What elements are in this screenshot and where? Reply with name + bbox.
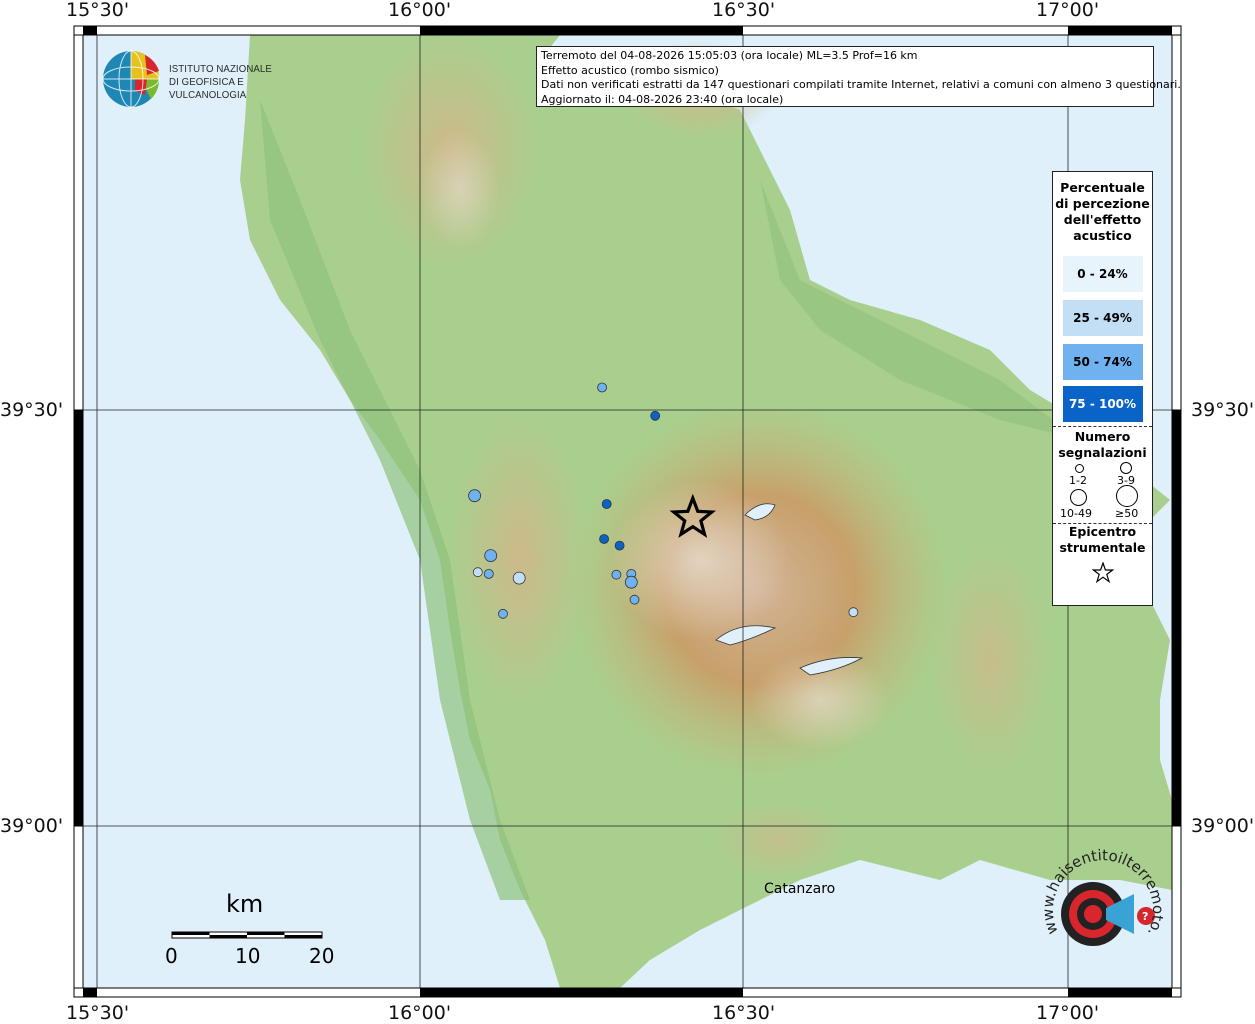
lon-label-bottom-3: 16°30' — [712, 1002, 776, 1024]
lat-label-left-2: 39°00' — [0, 815, 64, 837]
lat-label-left-1: 39°30' — [0, 399, 64, 421]
count-label-1: 1-2 — [1069, 474, 1087, 487]
haisentito-badge[interactable]: ? www.haisentitoilterremoto.it — [1035, 818, 1178, 982]
observation-point[interactable] — [848, 607, 859, 618]
ingv-logo: ISTITUTO NAZIONALE DI GEOFISICA E VULCAN… — [101, 49, 311, 109]
legend: Percentuale di percezione dell'effetto a… — [1052, 171, 1153, 606]
observation-point[interactable] — [624, 575, 638, 589]
count-label-4: ≥50 — [1115, 507, 1139, 520]
lon-label-top-1: 15°30' — [66, 0, 130, 21]
count-label-3: 10-49 — [1060, 507, 1092, 520]
legend-class-2: 50 - 74% — [1062, 344, 1143, 380]
star-icon — [1091, 561, 1114, 584]
count-circle-small — [1075, 464, 1084, 473]
count-title: Numero segnalazioni — [1058, 429, 1147, 460]
observation-point[interactable] — [629, 594, 640, 605]
legend-class-3: 75 - 100% — [1062, 386, 1143, 422]
observation-point[interactable] — [468, 489, 482, 503]
observation-point[interactable] — [601, 499, 612, 509]
observation-point[interactable] — [599, 534, 609, 544]
count-circle-large — [1070, 489, 1087, 506]
lon-label-bottom-4: 17°00' — [1036, 1002, 1100, 1024]
legend-title: Percentuale di percezione dell'effetto a… — [1055, 180, 1150, 243]
logo-line-1: ISTITUTO NAZIONALE — [169, 63, 272, 75]
count-symbols: 1-2 3-9 10-49 ≥50 — [1053, 461, 1152, 523]
observation-point[interactable] — [614, 540, 625, 551]
legend-class-1: 25 - 49% — [1062, 300, 1143, 336]
observation-point[interactable] — [611, 569, 622, 580]
effect-type: Effetto acustico (rombo sismico) — [541, 63, 719, 77]
count-circle-xlarge — [1116, 485, 1138, 507]
globe-icon — [102, 50, 160, 108]
legend-class-0: 0 - 24% — [1062, 256, 1143, 292]
observation-point[interactable] — [597, 382, 607, 393]
observation-point[interactable] — [483, 569, 494, 579]
scale-bar — [171, 931, 323, 939]
lat-label-right-1: 39°30' — [1191, 399, 1255, 421]
epicenter-title: Epicentro strumentale — [1059, 524, 1146, 555]
data-note: Dati non verificati estratti da 147 ques… — [541, 78, 1181, 91]
lon-label-bottom-2: 16°00' — [388, 1002, 452, 1024]
lon-label-bottom-1: 15°30' — [66, 1002, 130, 1024]
lon-label-top-3: 16°30' — [712, 0, 776, 21]
update-time: Aggiornato il: 04-08-2026 23:40 (ora loc… — [541, 92, 784, 106]
count-circle-medium — [1120, 462, 1132, 474]
lon-label-top-4: 17°00' — [1036, 0, 1100, 21]
lat-label-right-2: 39°00' — [1191, 815, 1255, 837]
scale-tick-20: 20 — [309, 944, 335, 968]
event-info-box: Terremoto del 04-08-2026 15:05:03 (ora l… — [536, 46, 1181, 107]
event-title: Terremoto del 04-08-2026 15:05:03 (ora l… — [541, 49, 918, 62]
observation-point[interactable] — [512, 571, 526, 585]
scale-tick-10: 10 — [235, 944, 261, 968]
logo-line-2: DI GEOFISICA E VULCANOLOGIA — [169, 76, 247, 101]
lon-label-top-2: 16°00' — [388, 0, 452, 21]
observation-point[interactable] — [650, 410, 661, 421]
scale-tick-0: 0 — [165, 944, 178, 968]
city-label: Catanzaro — [764, 881, 836, 897]
scale-unit: km — [226, 890, 264, 918]
observation-point[interactable] — [498, 608, 508, 619]
observation-point[interactable] — [472, 567, 483, 578]
earthquake-alert-icon: ? www.haisentitoilterremoto.it — [1035, 818, 1167, 946]
svg-text:?: ? — [1142, 910, 1148, 923]
observation-point[interactable] — [484, 549, 498, 562]
